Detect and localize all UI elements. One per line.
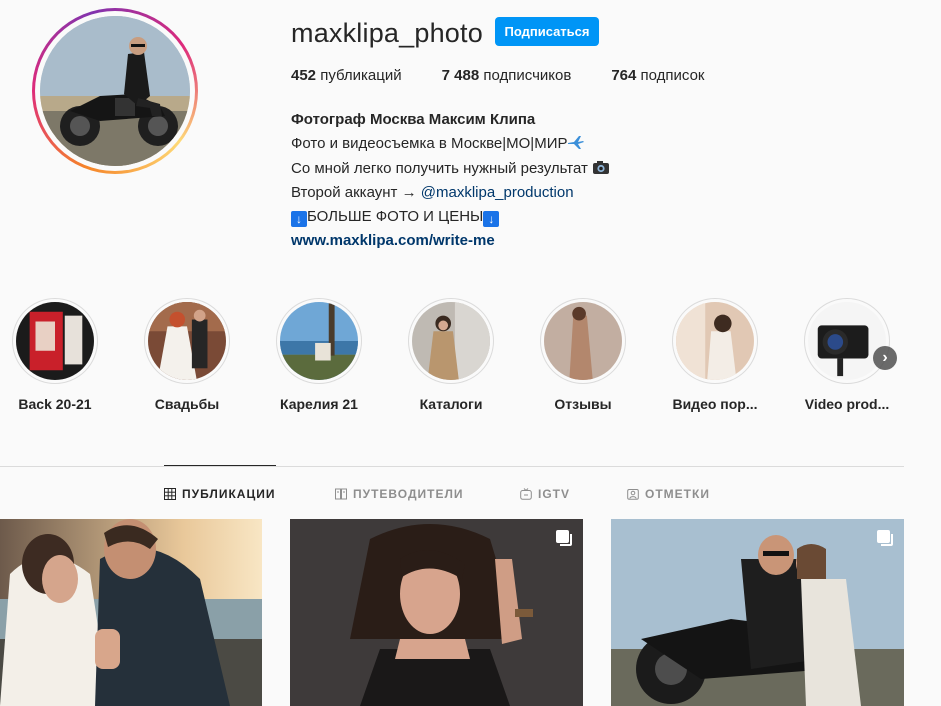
post-thumbnail[interactable]	[290, 519, 583, 706]
followers-count[interactable]: 7 488 подписчиков	[442, 67, 572, 84]
bio-line-2-text: Со мной легко получить нужный результат	[291, 159, 588, 177]
avatar-photo	[40, 16, 190, 166]
highlight-label: Карелия 21	[280, 396, 358, 412]
following-count-label: подписок	[640, 67, 705, 84]
highlight-cover	[412, 302, 490, 380]
bio-line-1-text: Фото и видеосъемка в Москве|МО|МИР	[291, 135, 568, 153]
bio-line-2: Со мной легко получить нужный результат	[291, 157, 711, 181]
chevron-right-icon[interactable]: ›	[873, 346, 897, 370]
highlight-label: Свадьбы	[154, 396, 220, 412]
active-tab-indicator	[164, 465, 276, 466]
guides-icon	[335, 488, 347, 500]
tab-igtv-label: IGTV	[538, 487, 571, 501]
highlight-cover	[148, 302, 226, 380]
following-count[interactable]: 764 подписок	[611, 67, 704, 84]
post-thumbnail[interactable]	[611, 519, 904, 706]
highlight-label: Видео пор...	[672, 396, 758, 412]
bio-line-4-text: БОЛЬШЕ ФОТО И ЦЕНЫ	[307, 208, 484, 226]
camera-emoji-icon	[593, 160, 610, 174]
highlight-item[interactable]: Видео пор...	[665, 298, 765, 412]
posts-count-label: публикаций	[320, 67, 402, 84]
tab-guides-label: ПУТЕВОДИТЕЛИ	[353, 487, 464, 501]
grid-icon	[164, 488, 176, 500]
bio-website-link[interactable]: www.maxklipa.com/write-me	[291, 229, 711, 253]
tab-tagged[interactable]: ОТМЕТКИ	[627, 487, 710, 501]
down-arrow-emoji-icon: ↓	[291, 211, 307, 228]
posts-count: 452 публикаций	[291, 67, 402, 84]
follow-button[interactable]: Подписаться	[495, 17, 599, 46]
profile-full-name: Фотограф Москва Максим Клипа	[291, 111, 536, 128]
airplane-emoji-icon	[568, 136, 585, 150]
tab-guides[interactable]: ПУТЕВОДИТЕЛИ	[335, 487, 464, 501]
highlight-label: Отзывы	[554, 396, 612, 412]
tab-igtv[interactable]: IGTV	[520, 487, 570, 501]
highlight-item[interactable]: Back 20-21	[5, 298, 105, 412]
story-highlights: Back 20-21 Свадьбы Карелия 21 Каталоги О…	[0, 298, 941, 418]
highlight-cover	[16, 302, 94, 380]
highlight-cover	[808, 302, 886, 380]
highlight-label: Каталоги	[419, 396, 483, 412]
following-count-value: 764	[611, 67, 637, 84]
highlight-label: Back 20-21	[18, 396, 92, 412]
posts-count-value: 452	[291, 67, 317, 84]
motorcycle-rider-image	[40, 16, 190, 166]
highlight-item[interactable]: Каталоги	[401, 298, 501, 412]
post-thumbnail[interactable]	[0, 519, 262, 706]
tab-tagged-label: ОТМЕТКИ	[645, 487, 710, 501]
igtv-icon	[520, 488, 532, 500]
followers-count-value: 7 488	[441, 67, 480, 84]
followers-count-label: подписчиков	[483, 67, 572, 84]
highlight-cover	[280, 302, 358, 380]
highlight-label: Video prod...	[804, 396, 890, 412]
profile-username: maxklipa_photo	[291, 18, 483, 48]
highlight-cover	[544, 302, 622, 380]
bio-line-3-prefix: Второй аккаунт →	[291, 183, 421, 201]
profile-avatar[interactable]	[32, 8, 198, 174]
bio-line-4: ↓ БОЛЬШЕ ФОТО И ЦЕНЫ ↓	[291, 205, 711, 229]
bio-line-1: Фото и видеосъемка в Москве|МО|МИР	[291, 132, 711, 156]
multiple-photos-icon	[877, 530, 893, 546]
profile-stats: 452 публикаций 7 488 подписчиков 764 под…	[291, 67, 745, 84]
bio-mention-link[interactable]: @maxklipa_production	[421, 184, 574, 201]
tab-posts[interactable]: ПУБЛИКАЦИИ	[164, 487, 275, 501]
highlight-item[interactable]: Свадьбы	[137, 298, 237, 412]
down-arrow-emoji-icon: ↓	[483, 211, 500, 228]
tabs-divider	[0, 466, 904, 467]
multiple-photos-icon	[556, 530, 572, 546]
tagged-icon	[627, 489, 639, 500]
profile-bio: Фотограф Москва Максим Клипа Фото и виде…	[291, 108, 711, 254]
highlight-cover	[676, 302, 754, 380]
highlight-item[interactable]: Карелия 21	[269, 298, 369, 412]
tab-posts-label: ПУБЛИКАЦИИ	[182, 487, 276, 501]
highlight-item[interactable]: Отзывы	[533, 298, 633, 412]
bio-line-3: Второй аккаунт → @maxklipa_production	[291, 181, 711, 205]
